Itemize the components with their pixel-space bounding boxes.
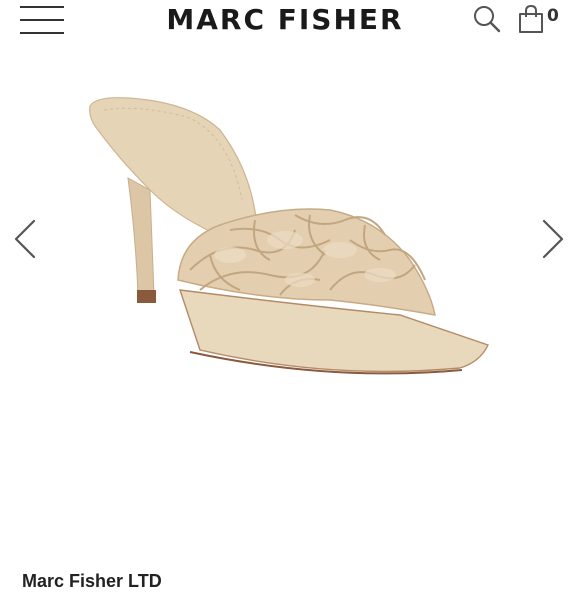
menu-line bbox=[20, 6, 64, 8]
menu-line bbox=[20, 19, 64, 21]
chevron-left-icon[interactable] bbox=[12, 218, 38, 260]
menu-icon[interactable] bbox=[20, 4, 64, 36]
chevron-right-icon[interactable] bbox=[540, 218, 566, 260]
menu-line bbox=[20, 32, 64, 34]
site-header: MARC FISHER 0 bbox=[0, 0, 580, 40]
search-icon[interactable] bbox=[472, 4, 502, 34]
product-title: Marc Fisher LTD bbox=[22, 571, 162, 591]
brand-logo[interactable]: MARC FISHER bbox=[130, 2, 440, 38]
shopping-bag-icon[interactable] bbox=[516, 4, 546, 34]
cart-count[interactable]: 0 bbox=[547, 6, 559, 26]
product-image bbox=[80, 90, 500, 390]
